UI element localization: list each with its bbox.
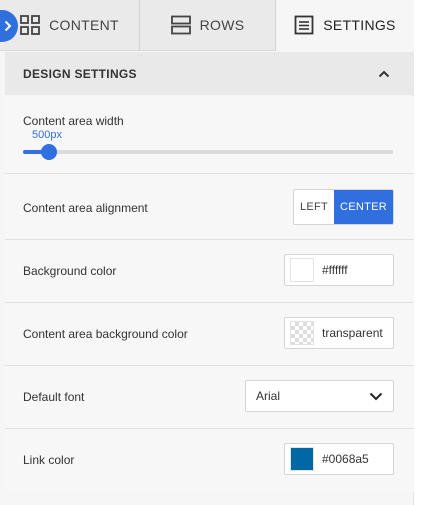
content-width-label: Content area width [23,114,124,128]
chevron-up-icon [378,70,390,77]
chevron-right-icon [4,20,12,32]
content-width-row: Content area width 500px [5,96,414,174]
section-title: DESIGN SETTINGS [23,66,137,81]
background-color-label: Background color [23,264,117,278]
content-width-slider-handle[interactable] [40,144,57,160]
rows-icon [170,15,191,35]
settings-panel: CONTENT ROWS SETTINGS DESIGN SETTINGS Co… [0,0,414,505]
link-color-label: Link color [23,453,75,467]
content-width-value: 500px [32,129,62,141]
tab-content[interactable]: CONTENT [0,0,140,51]
content-width-slider-track[interactable] [23,150,393,154]
chevron-down-icon [369,392,383,400]
link-color-row: Link color #0068a5 [5,429,414,492]
background-color-swatch[interactable] [290,258,314,282]
link-color-swatch[interactable] [290,447,314,471]
align-left-button[interactable]: LEFT [294,190,334,224]
settings-list-icon [294,15,314,35]
default-font-select[interactable]: Arial [245,380,394,412]
tab-settings[interactable]: SETTINGS [276,0,414,51]
default-font-label: Default font [23,390,85,404]
tab-rows[interactable]: ROWS [140,0,276,51]
background-color-row: Background color #ffffff [5,240,414,303]
content-bg-color-swatch[interactable] [290,321,314,345]
content-bg-color-row: Content area background color transparen… [5,303,414,366]
default-font-row: Default font Arial [5,366,414,429]
tab-bar: CONTENT ROWS SETTINGS [0,0,414,51]
tab-settings-label: SETTINGS [323,17,396,33]
link-color-value: #0068a5 [322,452,369,466]
link-color-input[interactable]: #0068a5 [284,443,394,475]
content-alignment-label: Content area alignment [23,201,148,215]
content-alignment-row: Content area alignment LEFT CENTER [5,174,414,240]
grid-icon [20,15,41,35]
default-font-value: Arial [256,389,281,403]
tab-content-label: CONTENT [49,17,119,33]
align-center-button[interactable]: CENTER [334,190,393,224]
alignment-toggle: LEFT CENTER [293,189,394,225]
design-settings-header[interactable]: DESIGN SETTINGS [5,52,414,95]
content-bg-color-label: Content area background color [23,327,188,341]
background-color-input[interactable]: #ffffff [284,254,394,286]
content-bg-color-value: transparent [322,326,383,340]
tab-rows-label: ROWS [199,17,245,33]
background-color-value: #ffffff [322,263,348,277]
content-bg-color-input[interactable]: transparent [284,317,394,349]
